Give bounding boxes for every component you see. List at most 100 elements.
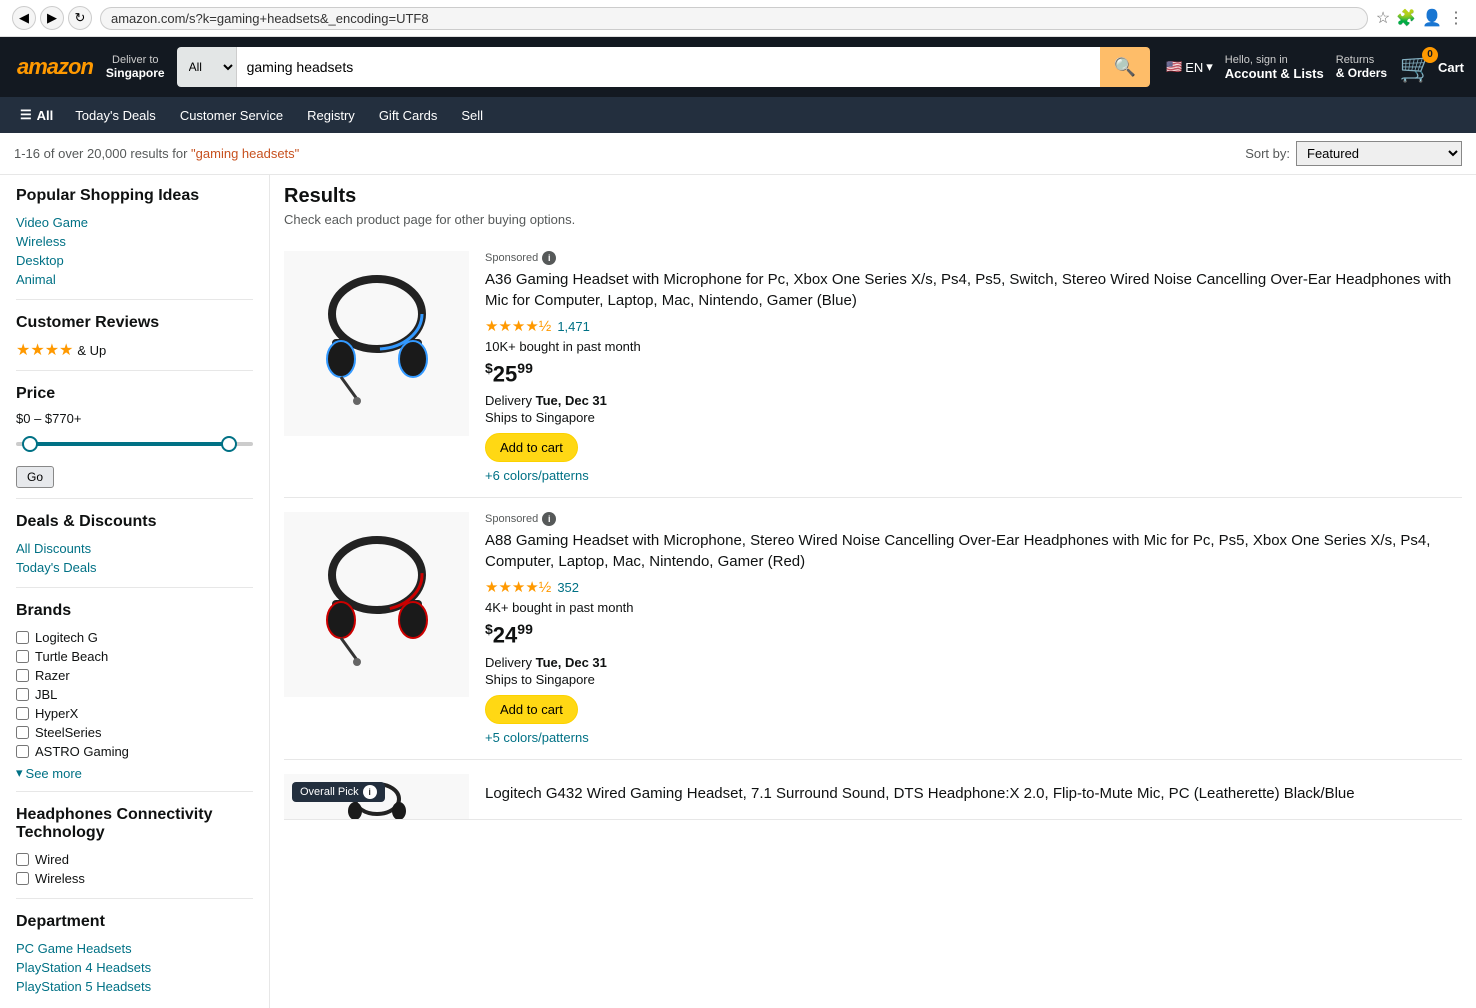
nav-buttons[interactable]: ◀ ▶ ↻ (12, 6, 92, 30)
bought-info-2: 4K+ bought in past month (485, 600, 1462, 615)
rating-stars-1: ★★★★½ (485, 317, 551, 335)
subnav-gift-cards[interactable]: Gift Cards (369, 97, 448, 133)
ships-to-2: Ships to Singapore (485, 672, 1462, 687)
deliver-to[interactable]: Deliver to Singapore (106, 54, 165, 80)
product-title-link-2[interactable]: A88 Gaming Headset with Microphone, Ster… (485, 532, 1430, 570)
sponsored-info-icon-1[interactable]: i (542, 251, 556, 265)
see-more-brands[interactable]: ▾ See more (16, 765, 253, 781)
rating-stars-2: ★★★★½ (485, 578, 551, 596)
divider-1 (16, 299, 253, 300)
divider-3 (16, 498, 253, 499)
sidebar-item-animal[interactable]: Animal (16, 270, 253, 289)
brand-jbl-label: JBL (35, 687, 57, 702)
all-menu-button[interactable]: ☰ All (12, 97, 61, 133)
product-title-link-1[interactable]: A36 Gaming Headset with Microphone for P… (485, 271, 1451, 309)
brand-logitech-checkbox[interactable] (16, 631, 29, 644)
search-input[interactable] (237, 47, 1100, 87)
deals-today[interactable]: Today's Deals (16, 558, 253, 577)
returns-menu[interactable]: Returns & Orders (1336, 54, 1387, 80)
deals-all-discounts[interactable]: All Discounts (16, 539, 253, 558)
customer-reviews-title: Customer Reviews (16, 314, 253, 332)
url-input[interactable] (100, 7, 1368, 30)
search-category-select[interactable]: All (177, 47, 237, 87)
add-to-cart-btn-2[interactable]: Add to cart (485, 695, 578, 724)
price-go-button[interactable]: Go (16, 466, 54, 488)
browser-icons: ☆ 🧩 👤 ⋮ (1376, 8, 1464, 28)
brand-razer[interactable]: Razer (16, 666, 253, 685)
subnav-customer-service[interactable]: Customer Service (170, 97, 293, 133)
sidebar-item-video-game[interactable]: Video Game (16, 213, 253, 232)
star-filter[interactable]: ★★★★ & Up (16, 340, 253, 360)
search-query-text: "gaming headsets" (191, 146, 299, 161)
price-slider[interactable] (16, 434, 253, 454)
price-whole-2: 24 (493, 623, 517, 648)
connectivity-wired-checkbox[interactable] (16, 853, 29, 866)
slider-thumb-left[interactable] (22, 436, 38, 452)
colors-link-1[interactable]: +6 colors/patterns (485, 468, 589, 483)
language-selector[interactable]: 🇺🇸 EN ▾ (1166, 59, 1213, 75)
product-info-2: Sponsored i A88 Gaming Headset with Micr… (485, 512, 1462, 744)
back-button[interactable]: ◀ (12, 6, 36, 30)
brand-turtle-beach-checkbox[interactable] (16, 650, 29, 663)
brand-razer-checkbox[interactable] (16, 669, 29, 682)
dept-ps5[interactable]: PlayStation 5 Headsets (16, 977, 253, 996)
subnav-sell[interactable]: Sell (451, 97, 493, 133)
sidebar-item-wireless[interactable]: Wireless (16, 232, 253, 251)
product-title-link-3[interactable]: Logitech G432 Wired Gaming Headset, 7.1 … (485, 785, 1355, 802)
amazon-logo[interactable]: amazon (12, 51, 98, 83)
dept-pc-game[interactable]: PC Game Headsets (16, 939, 253, 958)
connectivity-wireless[interactable]: Wireless (16, 869, 253, 888)
product-image-1[interactable] (284, 251, 469, 436)
brand-jbl-checkbox[interactable] (16, 688, 29, 701)
delivery-label-1: Delivery (485, 393, 532, 408)
brand-logitech[interactable]: Logitech G (16, 628, 253, 647)
sidebar-item-desktop[interactable]: Desktop (16, 251, 253, 270)
product-card-2: Sponsored i A88 Gaming Headset with Micr… (284, 498, 1462, 759)
connectivity-wireless-checkbox[interactable] (16, 872, 29, 885)
brand-steelseries[interactable]: SteelSeries (16, 723, 253, 742)
forward-button[interactable]: ▶ (40, 6, 64, 30)
hamburger-icon: ☰ (20, 107, 32, 123)
slider-thumb-right[interactable] (221, 436, 237, 452)
profile-icon[interactable]: 👤 (1422, 8, 1442, 28)
price-1: $2599 (485, 360, 1462, 387)
rating-count-1[interactable]: 1,471 (557, 319, 590, 334)
brand-hyperx[interactable]: HyperX (16, 704, 253, 723)
subnav-registry[interactable]: Registry (297, 97, 365, 133)
product-image-3[interactable]: Overall Pick i (284, 774, 469, 820)
product-image-2[interactable] (284, 512, 469, 697)
cart-button[interactable]: 🛒 0 Cart (1399, 51, 1464, 84)
bookmark-icon[interactable]: ☆ (1376, 8, 1390, 28)
connectivity-wired[interactable]: Wired (16, 850, 253, 869)
divider-6 (16, 898, 253, 899)
menu-icon[interactable]: ⋮ (1448, 8, 1464, 28)
brands-title: Brands (16, 602, 253, 620)
dept-ps4[interactable]: PlayStation 4 Headsets (16, 958, 253, 977)
sort-select[interactable]: Featured Price: Low to High Price: High … (1296, 141, 1462, 166)
brand-turtle-beach[interactable]: Turtle Beach (16, 647, 253, 666)
colors-link-2[interactable]: +5 colors/patterns (485, 730, 589, 745)
rating-count-2[interactable]: 352 (557, 580, 579, 595)
brand-steelseries-checkbox[interactable] (16, 726, 29, 739)
add-to-cart-btn-1[interactable]: Add to cart (485, 433, 578, 462)
search-button[interactable]: 🔍 (1100, 47, 1150, 87)
subnav-deals[interactable]: Today's Deals (65, 97, 166, 133)
account-menu[interactable]: Hello, sign in Account & Lists (1225, 54, 1324, 81)
info-icon-3[interactable]: i (363, 785, 377, 799)
cart-label: Cart (1438, 60, 1464, 75)
brand-astro-checkbox[interactable] (16, 745, 29, 758)
refresh-button[interactable]: ↻ (68, 6, 92, 30)
extensions-icon[interactable]: 🧩 (1396, 8, 1416, 28)
product-image-svg-1 (302, 269, 452, 419)
overall-pick-label: Overall Pick (300, 786, 359, 798)
brand-astro[interactable]: ASTRO Gaming (16, 742, 253, 761)
sponsored-info-icon-2[interactable]: i (542, 512, 556, 526)
product-card-1: Sponsored i A36 Gaming Headset with Micr… (284, 237, 1462, 498)
price-2: $2499 (485, 621, 1462, 648)
brand-hyperx-checkbox[interactable] (16, 707, 29, 720)
results-count: 1-16 of over 20,000 results for "gaming … (14, 146, 299, 161)
main-layout: Popular Shopping Ideas Video Game Wirele… (0, 175, 1476, 1008)
brand-jbl[interactable]: JBL (16, 685, 253, 704)
brand-astro-label: ASTRO Gaming (35, 744, 129, 759)
chevron-down-icon: ▾ (16, 765, 23, 781)
